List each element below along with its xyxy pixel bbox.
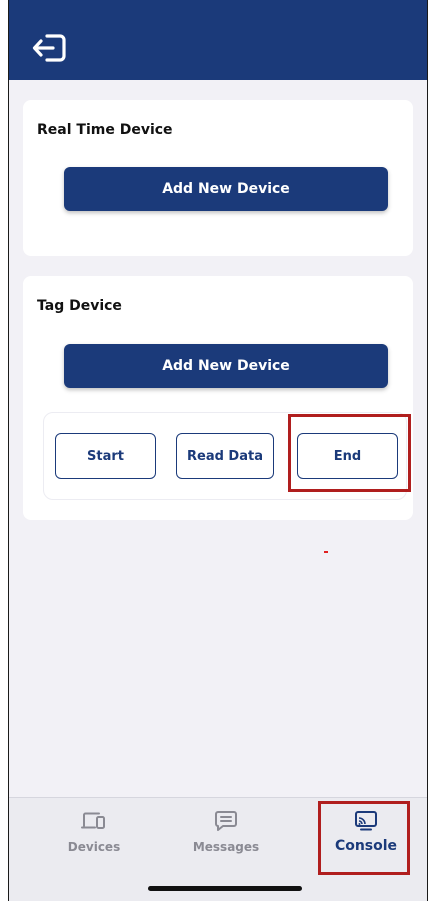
add-real-time-device-button[interactable]: Add New Device: [64, 167, 388, 211]
tag-device-title: Tag Device: [37, 298, 122, 314]
tag-device-card: Tag Device Add New Device Start Read Dat…: [23, 276, 413, 520]
tab-devices-label: Devices: [67, 840, 121, 854]
tab-messages[interactable]: Messages: [171, 810, 281, 860]
tab-console-label: Console: [334, 838, 398, 854]
bottom-tab-bar: Devices Messages Console: [9, 797, 427, 901]
real-time-device-title: Real Time Device: [37, 122, 173, 138]
read-data-button[interactable]: Read Data: [176, 433, 274, 479]
red-mark: [324, 551, 328, 553]
top-bar: [9, 0, 427, 80]
tab-devices[interactable]: Devices: [39, 810, 149, 860]
devices-icon: [81, 812, 105, 829]
start-button[interactable]: Start: [55, 433, 156, 479]
console-icon: [355, 811, 377, 831]
add-tag-device-button[interactable]: Add New Device: [64, 344, 388, 388]
app-screen: Real Time Device Add New Device Tag Devi…: [8, 0, 428, 901]
messages-icon: [215, 811, 237, 831]
tag-actions-panel: Start Read Data End: [43, 412, 407, 500]
end-button[interactable]: End: [297, 433, 398, 479]
tab-messages-label: Messages: [192, 840, 260, 854]
logout-button[interactable]: [31, 28, 71, 68]
tab-console[interactable]: Console: [311, 810, 421, 860]
home-indicator: [148, 886, 302, 891]
logout-icon: [32, 34, 66, 62]
real-time-device-card: Real Time Device Add New Device: [23, 100, 413, 256]
